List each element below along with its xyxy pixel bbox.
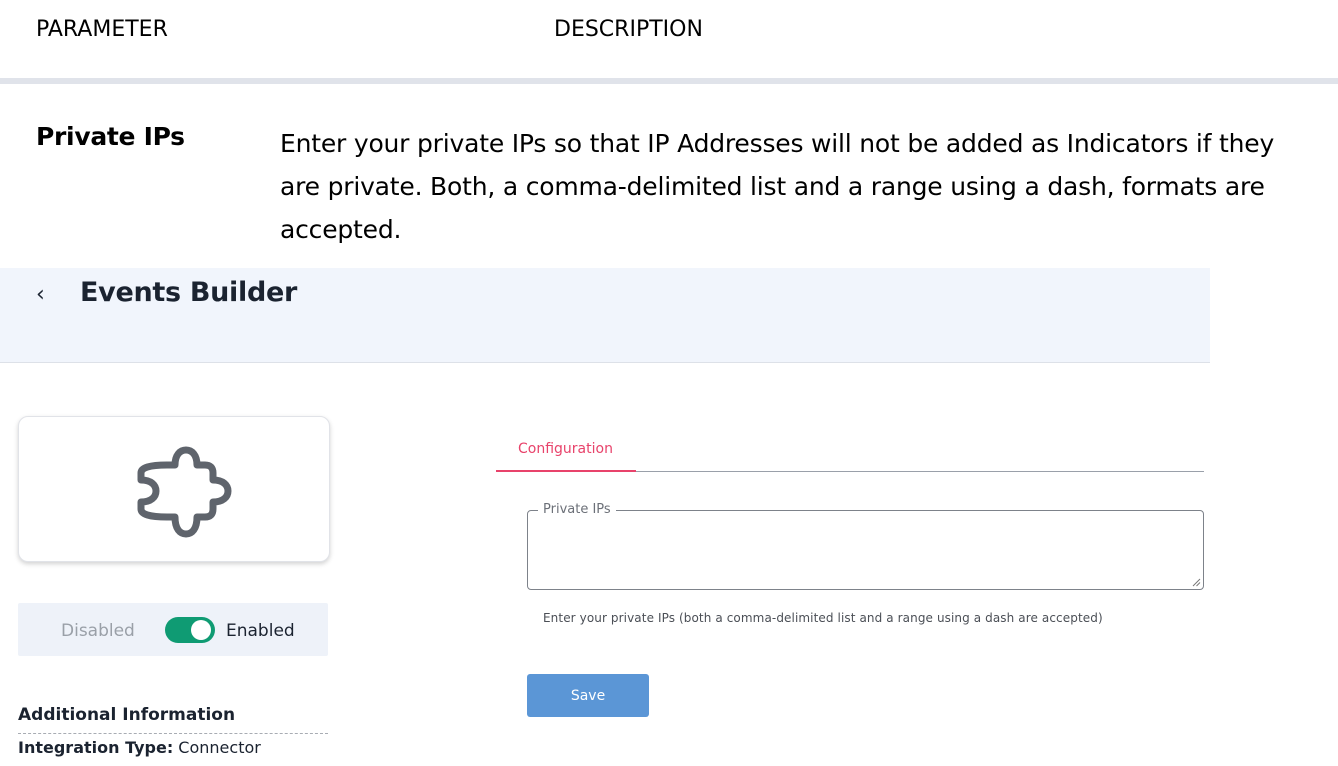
toggle-knob — [191, 620, 211, 640]
tab-configuration-label: Configuration — [518, 441, 613, 457]
save-button[interactable]: Save — [527, 674, 649, 717]
tab-bar: Configuration — [496, 430, 1204, 472]
puzzle-piece-icon — [137, 446, 232, 538]
toggle-enabled-label[interactable]: Enabled — [226, 621, 295, 641]
column-header-description: DESCRIPTION — [554, 17, 703, 42]
back-chevron-icon[interactable]: ‹ — [36, 282, 45, 307]
page-title: Events Builder — [80, 277, 298, 308]
integration-type-row: Integration Type: Connector — [18, 738, 261, 757]
toggle-disabled-label[interactable]: Disabled — [61, 621, 135, 641]
enable-toggle-bar: Disabled Enabled — [18, 603, 328, 656]
parameter-name: Private IPs — [36, 122, 185, 151]
private-ips-field: Private IPs — [527, 502, 1204, 590]
column-header-parameter: PARAMETER — [36, 17, 168, 42]
enable-toggle-switch[interactable] — [165, 617, 215, 643]
resize-grip-icon[interactable] — [1191, 577, 1201, 587]
page-header: ‹ Events Builder — [0, 268, 1210, 363]
parameter-description: Enter your private IPs so that IP Addres… — [280, 129, 1275, 244]
private-ips-helper-text: Enter your private IPs (both a comma-del… — [543, 611, 1103, 625]
integration-type-label: Integration Type: — [18, 738, 174, 757]
private-ips-input[interactable] — [529, 512, 1202, 588]
integration-type-value: Connector — [173, 738, 261, 757]
integration-icon-card — [18, 416, 330, 562]
additional-info-heading: Additional Information — [18, 705, 328, 734]
header-divider — [0, 78, 1338, 84]
doc-table-header: PARAMETER DESCRIPTION — [0, 0, 1338, 86]
tab-configuration[interactable]: Configuration — [496, 430, 636, 472]
